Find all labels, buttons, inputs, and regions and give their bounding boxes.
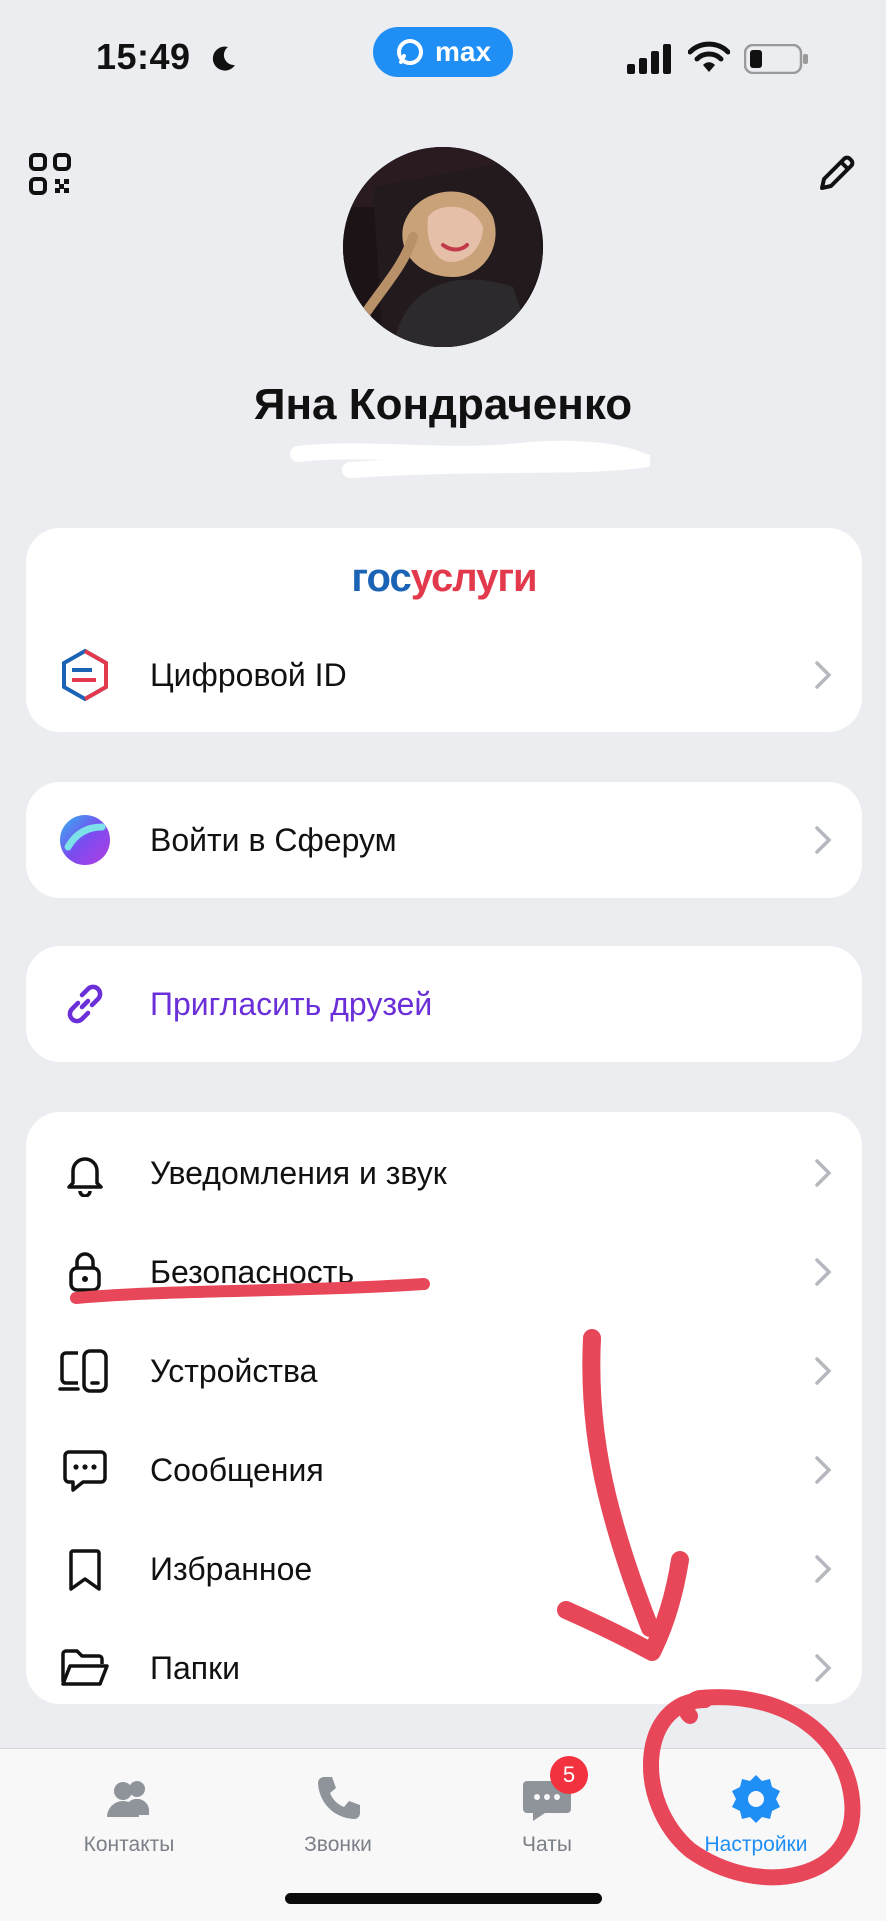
sferum-item[interactable]: Войти в Сферум [26,791,862,889]
sferum-card: Войти в Сферум [26,782,862,898]
gosuslugi-logo: госуслуги [351,556,537,600]
sferum-label: Войти в Сферум [150,821,397,858]
chevron-right-icon [815,661,832,689]
qr-code-icon[interactable] [28,152,72,196]
gear-icon [732,1775,780,1823]
settings-item-label: Безопасность [150,1253,355,1290]
chevron-right-icon [815,1456,832,1484]
phone-icon [318,1777,360,1819]
chevron-right-icon [815,1159,832,1187]
folder-icon [58,1641,112,1695]
settings-item-folders[interactable]: Папки [26,1619,862,1717]
edit-pencil-icon[interactable] [814,152,858,196]
link-icon [58,977,112,1031]
sferum-logo-icon [58,813,112,867]
tab-chats[interactable]: Чаты [472,1771,622,1857]
battery-icon [744,44,808,74]
settings-item-notifications[interactable]: Уведомления и звук [26,1124,862,1222]
chevron-right-icon [815,826,832,854]
settings-item-security[interactable]: Безопасность [26,1223,862,1321]
chevron-right-icon [815,1258,832,1286]
devices-icon [58,1344,112,1398]
tab-settings[interactable]: Настройки [681,1771,831,1857]
redaction-scribble [290,440,650,478]
settings-item-devices[interactable]: Устройства [26,1322,862,1420]
chevron-right-icon [815,1555,832,1583]
gosuslugi-card: госуслуги Цифровой ID [26,528,862,732]
settings-list-card: Уведомления и звук Безопасность Устройст… [26,1112,862,1704]
profile-photo [343,147,543,347]
tab-label: Контакты [83,1833,175,1856]
settings-item-messages[interactable]: Сообщения [26,1421,862,1519]
invite-card: Пригласить друзей [26,946,862,1062]
message-icon [58,1443,112,1497]
chevron-right-icon [815,1654,832,1682]
max-app-pill[interactable]: max [373,27,513,77]
settings-item-favorites[interactable]: Избранное [26,1520,862,1618]
tab-contacts[interactable]: Контакты [54,1771,204,1857]
max-logo-icon [396,39,423,65]
home-indicator [285,1893,602,1904]
tab-label: Чаты [522,1833,572,1856]
avatar[interactable] [343,147,543,347]
chevron-right-icon [815,1357,832,1385]
status-time: 15:49 [96,36,191,77]
chats-unread-badge: 5 [550,1756,588,1794]
settings-item-label: Избранное [150,1550,313,1587]
profile-name: Яна Кондраченко [253,380,633,429]
settings-item-label: Устройства [150,1352,318,1389]
invite-friends-item[interactable]: Пригласить друзей [26,955,862,1053]
digital-id-label: Цифровой ID [150,656,347,693]
tab-label: Звонки [304,1833,372,1856]
bookmark-icon [58,1542,112,1596]
wifi-icon [688,41,730,72]
tab-label: Настройки [704,1833,808,1856]
invite-friends-label: Пригласить друзей [150,985,433,1022]
settings-item-label: Уведомления и звук [150,1154,447,1191]
signal-icon [627,44,671,74]
settings-item-label: Сообщения [150,1451,324,1488]
bell-icon [58,1146,112,1200]
settings-item-label: Папки [150,1649,240,1686]
max-pill-label: max [434,36,492,67]
digital-id-item[interactable]: Цифровой ID [26,626,862,724]
moon-icon [212,46,235,71]
tab-calls[interactable]: Звонки [263,1771,413,1857]
lock-icon [58,1245,112,1299]
contacts-icon [107,1781,149,1817]
digital-id-icon [58,648,112,702]
